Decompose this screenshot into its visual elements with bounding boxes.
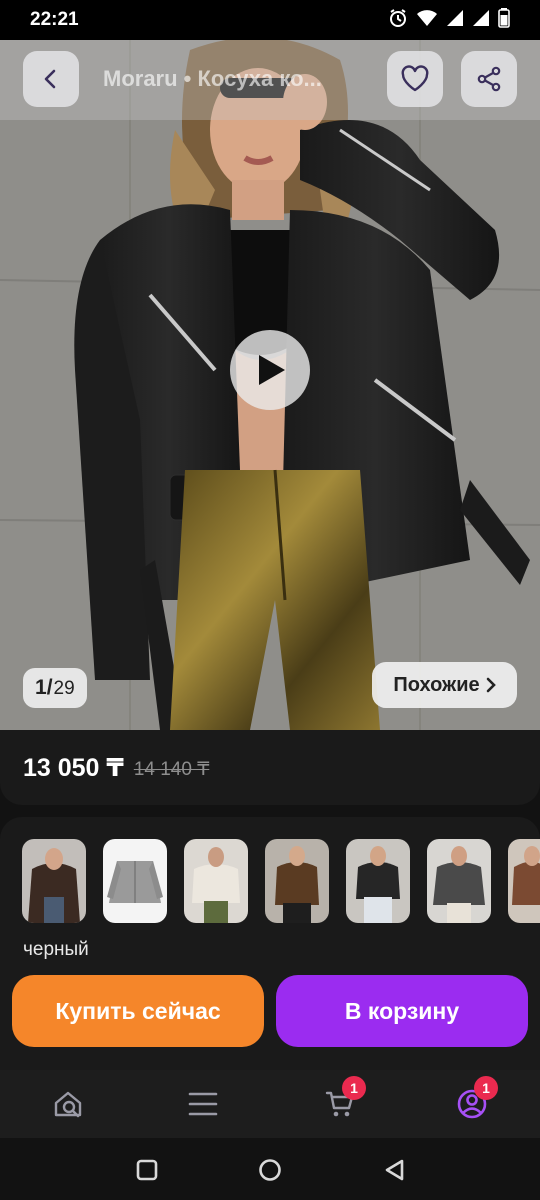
back-icon bbox=[385, 1159, 404, 1181]
variant-thumbnails bbox=[22, 839, 540, 923]
product-title: Moraru • Косуха ко... bbox=[103, 66, 322, 91]
catalog-menu-icon bbox=[188, 1092, 218, 1116]
home-search-icon bbox=[54, 1091, 82, 1118]
back-nav-button[interactable] bbox=[381, 1157, 407, 1183]
nav-profile[interactable]: 1 bbox=[452, 1076, 498, 1124]
variant-thumbnail[interactable] bbox=[184, 839, 248, 923]
similar-button[interactable]: Похожие bbox=[372, 662, 517, 708]
share-button[interactable] bbox=[461, 51, 517, 107]
wifi-icon bbox=[416, 9, 438, 32]
variants-panel: черный Купить сейчас В корзину bbox=[0, 817, 540, 1070]
battery-icon bbox=[498, 7, 510, 33]
variant-thumbnail[interactable] bbox=[22, 839, 86, 923]
variant-thumbnail[interactable] bbox=[508, 839, 540, 923]
status-time: 22:21 bbox=[30, 9, 79, 30]
nav-catalog[interactable] bbox=[183, 1084, 223, 1124]
price-panel: 13 050 ₸ 14 140 ₸ bbox=[0, 730, 540, 805]
heart-icon bbox=[401, 65, 429, 92]
chevron-right-icon bbox=[486, 677, 496, 693]
product-gallery[interactable]: Moraru • Косуха ко... 1 / 29 Похожие bbox=[0, 40, 540, 730]
buy-now-button[interactable]: Купить сейчас bbox=[12, 975, 264, 1047]
share-icon bbox=[477, 66, 501, 92]
nav-home[interactable] bbox=[48, 1084, 88, 1124]
variant-thumbnail[interactable] bbox=[427, 839, 491, 923]
add-to-cart-button[interactable]: В корзину bbox=[276, 975, 528, 1047]
gallery-current: 1 bbox=[35, 676, 47, 699]
chevron-left-icon bbox=[44, 69, 56, 89]
system-nav bbox=[0, 1138, 540, 1200]
signal-icon bbox=[472, 9, 490, 32]
nav-cart[interactable]: 1 bbox=[320, 1076, 366, 1124]
back-button[interactable] bbox=[23, 51, 79, 107]
variant-thumbnail[interactable] bbox=[265, 839, 329, 923]
status-icons bbox=[388, 7, 510, 33]
price-current: 13 050 ₸ bbox=[23, 753, 124, 782]
variant-thumbnail[interactable] bbox=[103, 839, 167, 923]
cart-badge: 1 bbox=[342, 1076, 366, 1100]
price-old: 14 140 ₸ bbox=[133, 758, 210, 780]
home-icon bbox=[259, 1159, 281, 1181]
play-video-button[interactable] bbox=[230, 330, 310, 410]
gallery-total: 29 bbox=[53, 678, 75, 699]
play-icon bbox=[259, 355, 285, 385]
similar-label: Похожие bbox=[393, 673, 480, 696]
favorite-button[interactable] bbox=[387, 51, 443, 107]
home-button[interactable] bbox=[257, 1157, 283, 1183]
signal-icon bbox=[446, 9, 464, 32]
alarm-icon bbox=[388, 8, 408, 33]
variant-thumbnail[interactable] bbox=[346, 839, 410, 923]
gallery-separator: / bbox=[46, 676, 53, 699]
bottom-nav: 1 1 bbox=[0, 1070, 540, 1138]
selected-color-label: черный bbox=[23, 939, 89, 960]
profile-badge: 1 bbox=[474, 1076, 498, 1100]
recents-button[interactable] bbox=[134, 1157, 160, 1183]
gallery-counter: 1 / 29 bbox=[23, 668, 87, 708]
recents-icon bbox=[136, 1159, 158, 1181]
status-bar: 22:21 bbox=[0, 0, 540, 40]
